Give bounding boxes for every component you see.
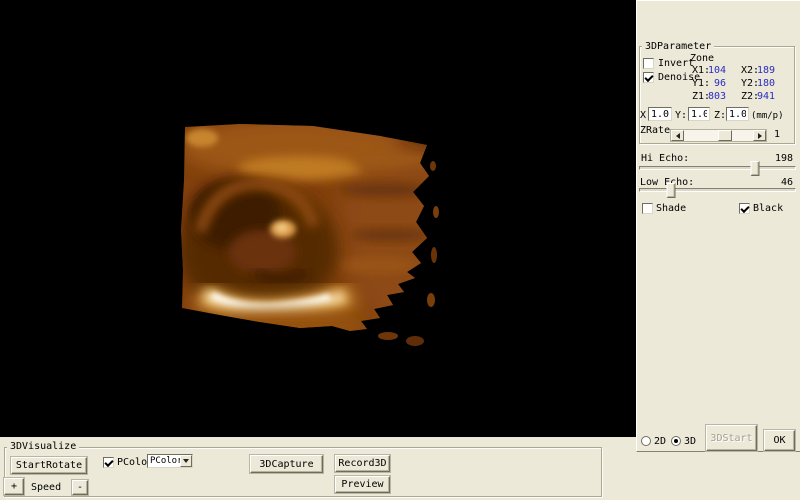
scale-y-label: Y: — [675, 110, 687, 121]
pcolor-checkbox[interactable] — [103, 457, 114, 468]
low-echo-slider-thumb[interactable] — [666, 183, 675, 198]
invert-checkbox[interactable] — [643, 58, 654, 69]
scale-unit-label: (mm/p) — [751, 111, 784, 122]
parameter-panel: 3DParameter Invert Denoise Zone X1: 104 … — [636, 0, 800, 452]
group-3dparameter-label: 3DParameter — [642, 41, 714, 52]
scroll-right-icon — [758, 133, 762, 139]
scale-x-input[interactable] — [648, 107, 672, 121]
mode-2d-radio[interactable] — [641, 436, 651, 446]
mode-2d-label: 2D — [654, 436, 666, 447]
scale-y-input[interactable] — [688, 107, 710, 121]
speed-plus-button[interactable]: + — [4, 478, 24, 495]
ok-button[interactable]: OK — [764, 430, 795, 451]
zrate-label: ZRate — [640, 125, 670, 136]
hi-echo-slider-thumb[interactable] — [751, 161, 760, 176]
speed-label: Speed — [31, 482, 61, 493]
mode-3d-radio[interactable] — [671, 436, 681, 446]
zone-y2-value: 180 — [749, 78, 775, 89]
zrate-scroll-thumb[interactable] — [718, 130, 732, 141]
zrate-scrollbar[interactable] — [670, 129, 767, 142]
zone-y1-value: 96 — [699, 78, 726, 89]
zrate-scroll-left-button[interactable] — [671, 130, 684, 141]
low-echo-value: 46 — [757, 177, 793, 188]
low-echo-slider-track[interactable] — [639, 188, 796, 192]
group-3dvisualize-label: 3DVisualize — [7, 441, 79, 452]
invert-label: Invert — [658, 58, 694, 69]
pcolor-combobox-value: PColor — [150, 456, 183, 466]
record3d-button[interactable]: Record3D — [335, 455, 390, 472]
scroll-left-icon — [676, 133, 680, 139]
speed-minus-button[interactable]: - — [72, 480, 88, 495]
zone-x2-value: 189 — [749, 65, 775, 76]
zone-label: Zone — [690, 53, 714, 64]
zone-z2-value: 941 — [749, 91, 775, 102]
shade-label: Shade — [656, 203, 686, 214]
zrate-scroll-right-button[interactable] — [753, 130, 766, 141]
zone-x1-value: 104 — [699, 65, 726, 76]
visualize-panel: 3DVisualize StartRotate + Speed - PColor… — [0, 437, 636, 500]
preview-button[interactable]: Preview — [335, 476, 390, 493]
hi-echo-label: Hi Echo: — [641, 153, 689, 164]
pcolor-combobox-button[interactable] — [180, 455, 192, 467]
scale-z-input[interactable] — [726, 107, 749, 121]
pcolor-combobox[interactable]: PColor — [147, 454, 193, 468]
render-viewport[interactable] — [0, 0, 636, 437]
scale-z-label: Z: — [714, 110, 726, 121]
shade-checkbox[interactable] — [642, 203, 653, 214]
start-rotate-button[interactable]: StartRotate — [11, 457, 87, 474]
denoise-checkbox[interactable] — [643, 72, 654, 83]
app-window: 3DParameter Invert Denoise Zone X1: 104 … — [0, 0, 800, 500]
zone-z1-value: 803 — [699, 91, 726, 102]
black-label: Black — [753, 203, 783, 214]
hi-echo-value: 198 — [757, 153, 793, 164]
hi-echo-slider-track[interactable] — [639, 166, 796, 170]
ultrasound-3d-render[interactable] — [0, 0, 636, 437]
zrate-value: 1 — [774, 129, 780, 140]
dropdown-arrow-icon — [183, 459, 189, 463]
mode-3d-label: 3D — [684, 436, 696, 447]
black-checkbox[interactable] — [739, 203, 750, 214]
3dcapture-button[interactable]: 3DCapture — [250, 455, 323, 473]
zrate-scroll-track[interactable] — [684, 130, 753, 141]
3dstart-button[interactable]: 3DStart — [706, 425, 757, 451]
